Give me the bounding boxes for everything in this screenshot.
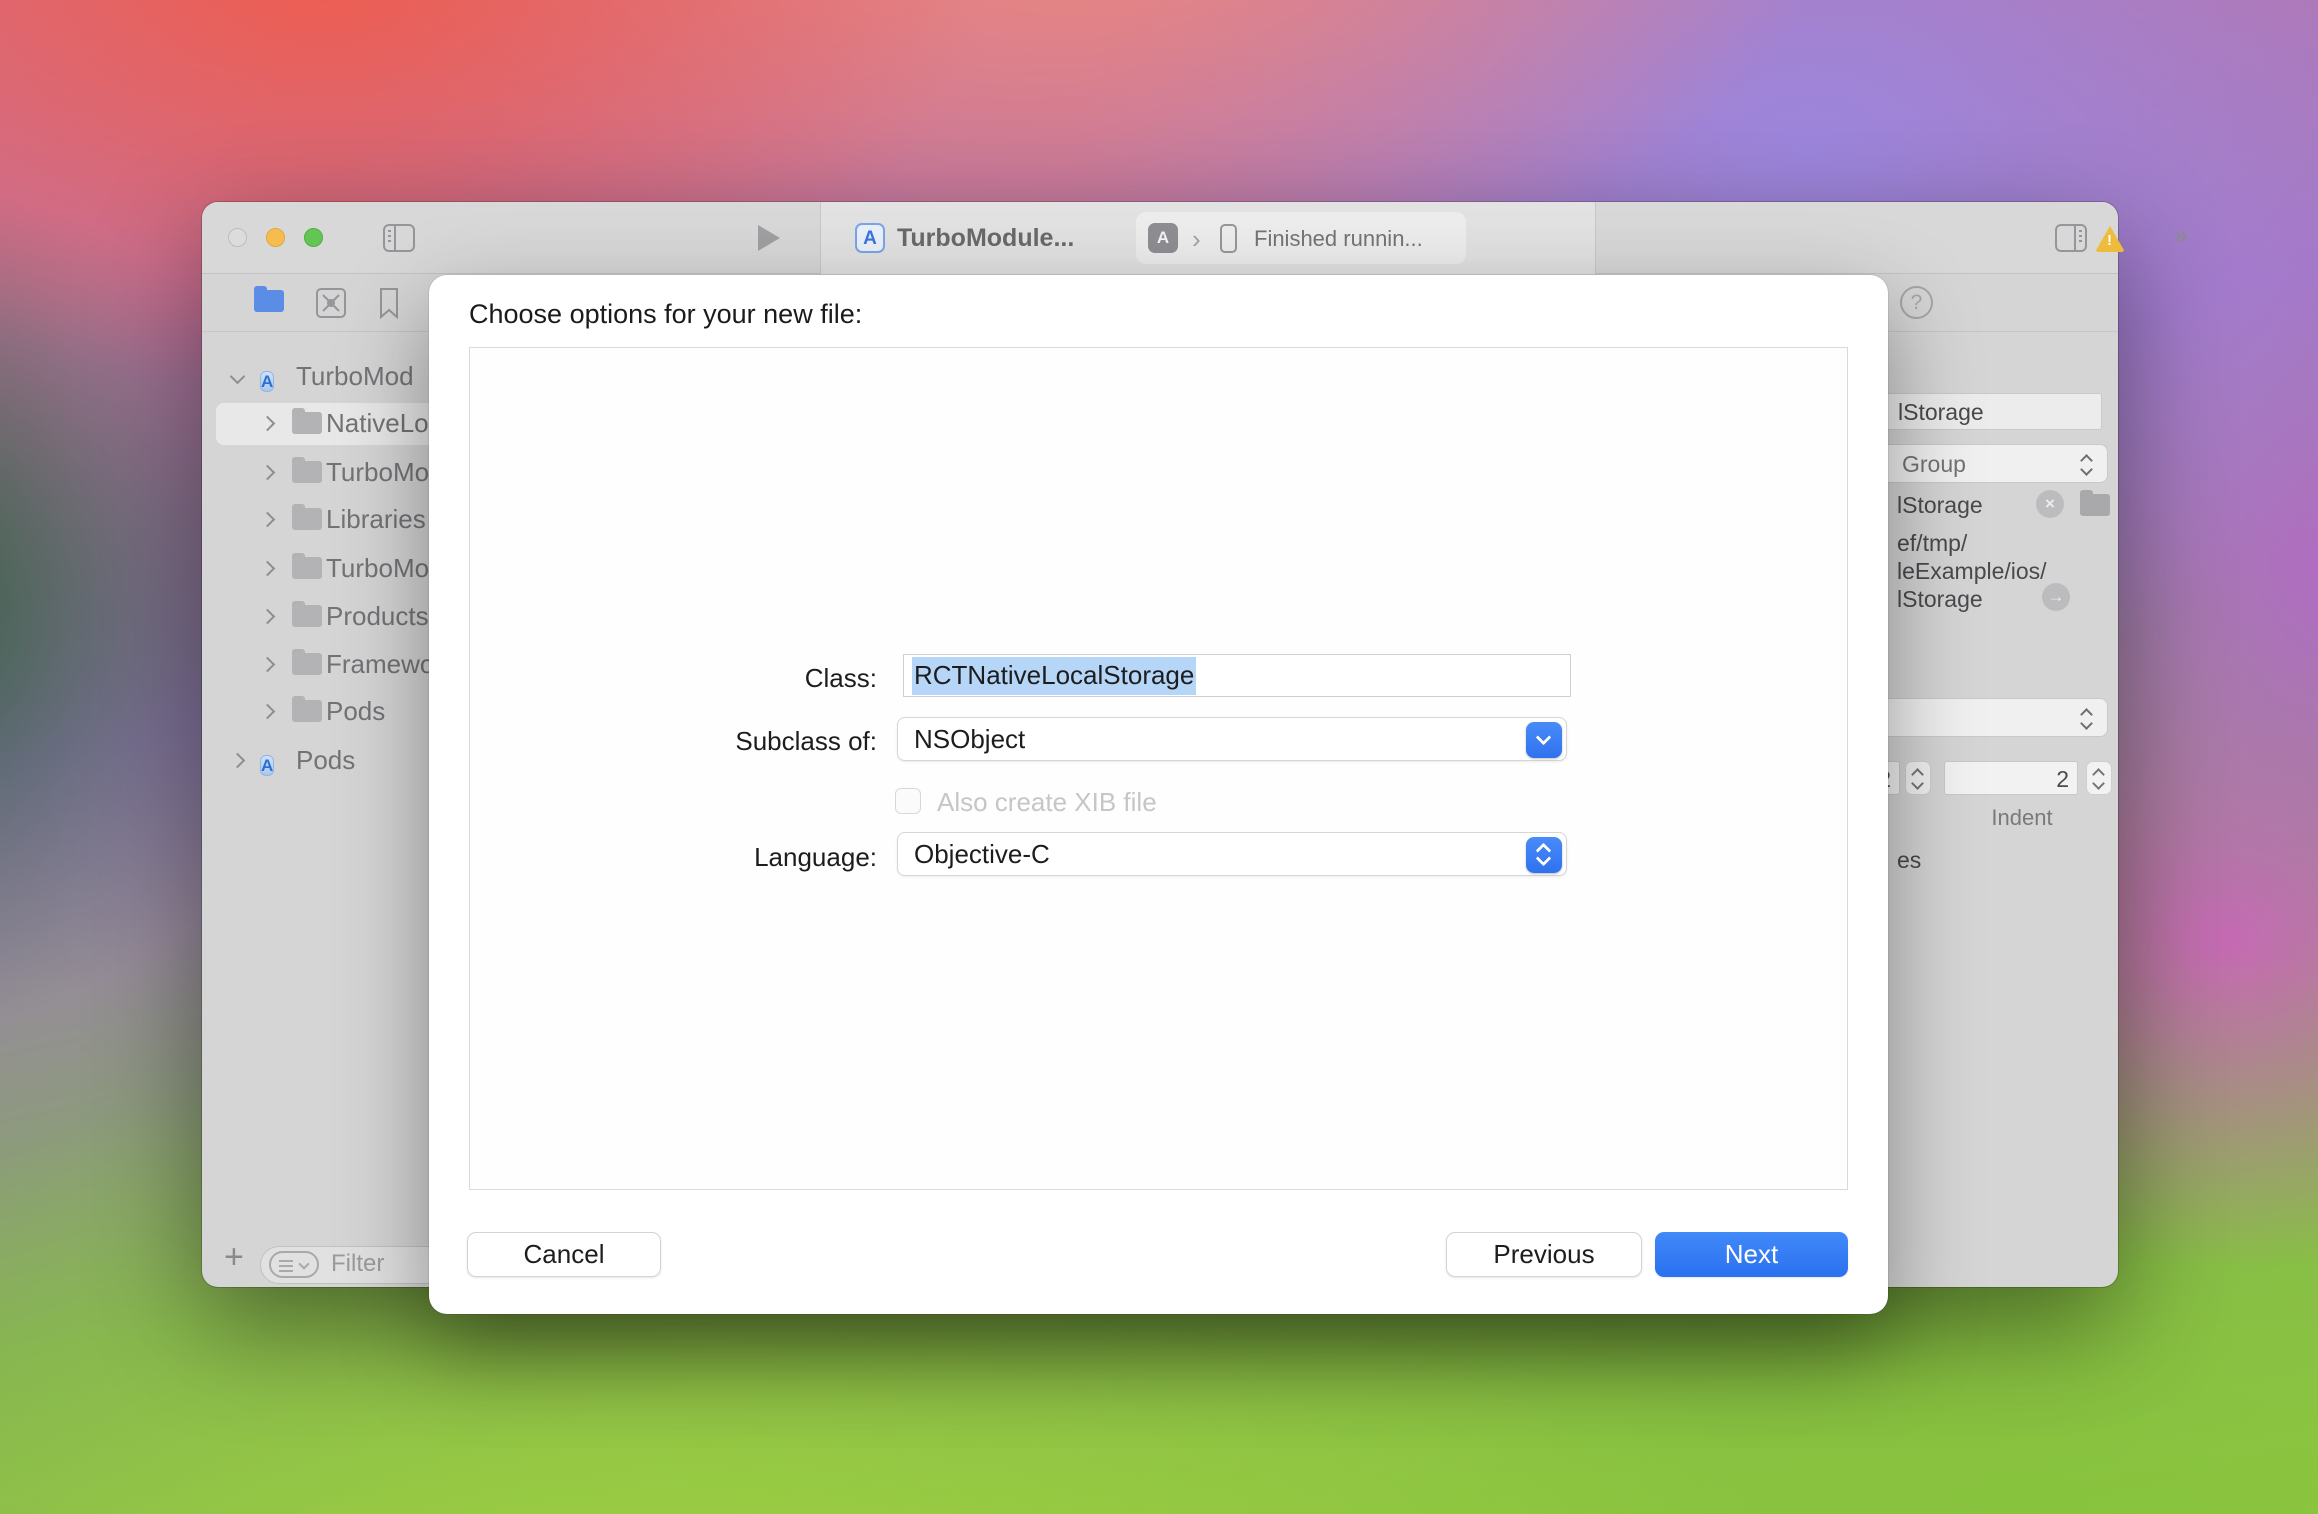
filter-lines-icon <box>279 1260 293 1262</box>
sidebar-item-label: TurboMod <box>296 361 414 392</box>
open-path-arrow-icon[interactable]: → <box>2042 583 2070 611</box>
desktop-wallpaper: A TurboModule... A › Finished runnin... … <box>0 0 2318 1514</box>
project-app-icon: A <box>260 755 274 776</box>
folder-icon <box>292 605 322 627</box>
folder-icon <box>292 508 322 530</box>
sidebar-item-label: Pods <box>326 696 385 727</box>
scheme-app-icon: A <box>1148 223 1178 253</box>
sidebar-item-label: Framewo <box>326 649 434 680</box>
chevron-down-icon[interactable] <box>1526 722 1562 758</box>
language-value: Objective-C <box>914 839 1050 869</box>
location-file-name: lStorage <box>1897 492 1983 519</box>
full-path-line: leExample/ios/ <box>1897 558 2047 585</box>
subclass-label: Subclass of: <box>577 726 877 757</box>
folder-icon <box>292 461 322 483</box>
disclosure-closed-icon[interactable] <box>260 512 276 528</box>
dialog-title: Choose options for your new file: <box>469 299 862 330</box>
folder-icon <box>292 653 322 675</box>
full-path-line: ef/tmp/ <box>1897 530 1967 557</box>
cancel-button[interactable]: Cancel <box>467 1232 661 1277</box>
activity-status-pill[interactable]: A › Finished runnin... <box>1136 212 1466 264</box>
sidebar-item-label: Libraries <box>326 504 426 535</box>
subclass-value: NSObject <box>914 724 1025 754</box>
project-app-icon: A <box>260 371 274 392</box>
dialog-content-box <box>469 347 1848 1190</box>
sidebar-item-label: Pods <box>296 745 355 776</box>
window-project-title: TurboModule... <box>897 224 1074 253</box>
chevron-down-icon <box>298 1258 309 1269</box>
disclosure-closed-icon[interactable] <box>260 416 276 432</box>
class-label: Class: <box>577 663 877 694</box>
status-text: Finished runnin... <box>1254 226 1423 252</box>
disclosure-closed-icon[interactable] <box>230 753 246 769</box>
indent-width-value: 2 <box>2056 766 2069 793</box>
disclosure-closed-icon[interactable] <box>260 465 276 481</box>
filter-icon[interactable] <box>269 1251 319 1278</box>
clear-location-icon[interactable]: × <box>2036 490 2064 518</box>
indent-width-field[interactable]: 2 <box>1944 761 2078 795</box>
spaces-width-stepper[interactable] <box>1905 761 1931 795</box>
disclosure-closed-icon[interactable] <box>260 657 276 673</box>
popup-stepper-icon <box>2079 705 2095 731</box>
class-input[interactable]: RCTNativeLocalStorage <box>903 654 1571 697</box>
xib-checkbox-label: Also create XIB file <box>937 787 1157 818</box>
toolbar-overflow-chevron-icon[interactable]: » <box>2173 220 2185 251</box>
toolbar-scheme-area: A TurboModule... A › Finished runnin... … <box>820 202 1596 274</box>
disclosure-closed-icon[interactable] <box>260 561 276 577</box>
sidebar-item-label: TurboMo <box>326 553 429 584</box>
disclosure-open-icon[interactable] <box>230 369 246 385</box>
new-file-options-dialog: Choose options for your new file: Class:… <box>429 275 1888 1314</box>
xib-checkbox[interactable] <box>895 788 921 814</box>
previous-button[interactable]: Previous <box>1446 1232 1642 1277</box>
add-file-button[interactable]: + <box>224 1238 244 1277</box>
source-control-navigator-icon[interactable] <box>314 286 348 320</box>
choose-folder-icon[interactable] <box>2080 494 2110 516</box>
sidebar-item-label: TurboMo <box>326 457 429 488</box>
sidebar-item-label: NativeLo <box>326 408 429 439</box>
warning-icon[interactable] <box>2095 226 2125 252</box>
up-down-chevrons-icon[interactable] <box>1526 837 1562 873</box>
run-button[interactable] <box>758 225 780 251</box>
sidebar-item-label: Products <box>326 601 429 632</box>
disclosure-closed-icon[interactable] <box>260 609 276 625</box>
right-inspector-toggle-icon[interactable] <box>2054 223 2088 253</box>
folder-icon <box>292 412 322 434</box>
project-app-icon: A <box>855 223 885 253</box>
class-value-selected-text: RCTNativeLocalStorage <box>912 657 1196 695</box>
project-navigator-icon[interactable] <box>254 290 284 312</box>
popup-stepper-icon <box>2079 451 2095 477</box>
indent-width-stepper[interactable] <box>2086 761 2112 795</box>
left-sidebar-toggle-icon[interactable] <box>382 223 416 253</box>
device-phone-icon <box>1220 224 1237 253</box>
minimize-window-button[interactable] <box>266 228 285 247</box>
subclass-popup[interactable]: NSObject <box>897 717 1567 761</box>
help-icon[interactable]: ? <box>1900 286 1933 319</box>
window-titlebar: A TurboModule... A › Finished runnin... … <box>202 202 2118 274</box>
wrap-lines-fragment: es <box>1897 847 1921 874</box>
language-popup[interactable]: Objective-C <box>897 832 1567 876</box>
breadcrumb-chevron-icon: › <box>1192 224 1201 255</box>
folder-icon <box>292 700 322 722</box>
location-popup-value: Group <box>1902 451 1966 478</box>
next-button[interactable]: Next <box>1655 1232 1848 1277</box>
language-label: Language: <box>577 842 877 873</box>
zoom-window-button[interactable] <box>304 228 323 247</box>
folder-icon <box>292 557 322 579</box>
bookmark-navigator-icon[interactable] <box>376 286 402 320</box>
close-window-button[interactable] <box>228 228 247 247</box>
disclosure-closed-icon[interactable] <box>260 704 276 720</box>
full-path-line: lStorage <box>1897 586 1983 613</box>
indent-label: Indent <box>1962 805 2082 831</box>
inspector-name-value: lStorage <box>1898 399 1984 426</box>
